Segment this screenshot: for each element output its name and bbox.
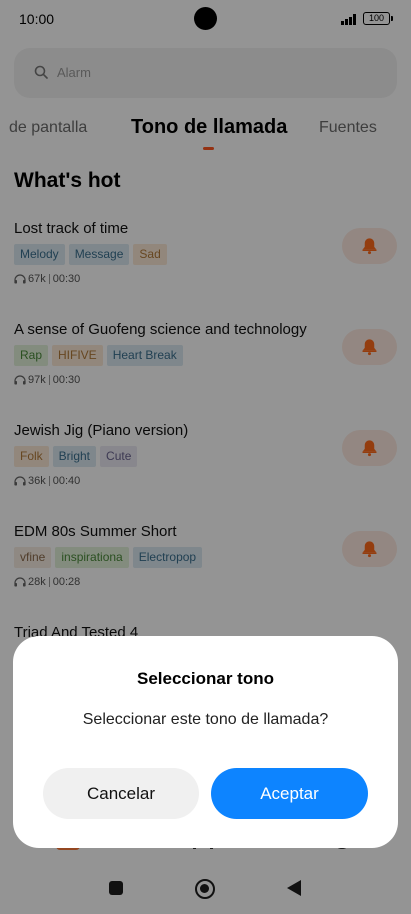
accept-button[interactable]: Aceptar <box>211 768 368 819</box>
dialog-title: Seleccionar tono <box>137 669 274 688</box>
dialog-message: Seleccionar este tono de llamada? <box>82 711 329 728</box>
cancel-button[interactable]: Cancelar <box>43 768 199 819</box>
confirm-dialog: Seleccionar tono Seleccionar este tono d… <box>13 636 398 848</box>
